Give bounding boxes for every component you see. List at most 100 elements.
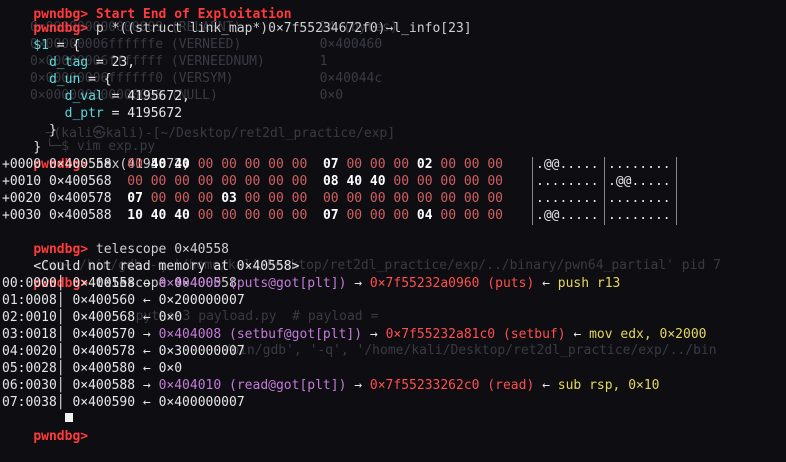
hex-byte: 00 [440, 174, 457, 189]
hex-byte: 00 [440, 191, 457, 206]
hex-byte: 00 [393, 157, 410, 172]
hex-byte: 00 [221, 174, 237, 189]
ascii-border-left [532, 157, 533, 225]
got-pointer: 0×404008 [158, 327, 222, 342]
hex-byte: 03 [221, 191, 237, 206]
hex-dump-row: +0030 0×400588 10 40 40 00 00 00 00 00 0… [2, 207, 511, 224]
ascii-column-left: ........ [536, 191, 599, 206]
hex-byte: 00 [487, 157, 503, 172]
stack-address: 0×400570 [72, 327, 136, 342]
deref-arrow: → [362, 327, 378, 342]
hex-byte: 00 [416, 191, 433, 206]
telescope-row: 03:0018│ 0×400570 → 0×404008 (setbuf@got… [2, 327, 707, 342]
telescope-row: 02:0010│ 0×400568 ← 0×0 [2, 310, 183, 325]
stack-value: 0×400000007 [158, 395, 245, 410]
field-d-val: d_val = 4195672, [33, 89, 190, 104]
libc-symbol: (setbuf) [495, 327, 566, 342]
command-line-telescope-2: pwndbg> telescope 0×400558 [2, 258, 237, 291]
hex-dump-row: +0020 0×400578 07 00 00 00 03 00 00 00 0… [2, 190, 511, 207]
ascii-column-right: ........ [608, 157, 671, 172]
value-arrow: ← [135, 395, 151, 410]
hex-byte: 40 [150, 208, 167, 223]
command-line-hex: pwndbg> hex(4195672) [2, 139, 190, 172]
telescope-row: 06:0030│ 0×400588 → 0×404010 (read@got[p… [2, 378, 660, 393]
got-pointer: 0×404010 [158, 378, 222, 393]
hex-dump-row: +0010 0×400568 00 00 00 00 00 00 00 00 0… [2, 173, 511, 190]
active-prompt[interactable]: pwndbg> [2, 411, 88, 444]
hex-byte: 00 [291, 208, 308, 223]
field-d-ptr: d_ptr = 4195672 [33, 106, 183, 121]
telescope-row: 05:0028│ 0×400580 ← 0×0 [2, 361, 183, 376]
value-arrow: ← [565, 327, 582, 342]
stack-value: 0×300000007 [158, 344, 245, 359]
hex-byte: 00 [127, 157, 143, 172]
hex-byte: 40 [150, 157, 167, 172]
hex-byte: 00 [244, 174, 261, 189]
hex-byte: 00 [463, 208, 480, 223]
hex-byte: 07 [127, 191, 143, 206]
deref-arrow: → [135, 378, 151, 393]
value-arrow: ← [135, 344, 151, 359]
hex-byte: 00 [244, 208, 261, 223]
libc-pointer: 0×7f55233262c0 [369, 378, 480, 393]
field-d-un: d_un = { [33, 72, 112, 87]
got-symbol: (read@got[plt]) [221, 378, 347, 393]
stack-address: 0×400580 [72, 361, 136, 376]
hex-byte: 40 [174, 208, 190, 223]
hex-byte: 00 [393, 191, 410, 206]
hex-byte: 00 [174, 174, 190, 189]
libc-pointer: 0×7f55232a0960 [369, 276, 480, 291]
hex-byte: 00 [268, 191, 284, 206]
hex-byte: 00 [268, 174, 284, 189]
hex-byte: 00 [440, 208, 457, 223]
stack-address: 0×400558 [72, 276, 136, 291]
gdb-prompt: pwndbg> [33, 429, 89, 444]
libc-symbol: (puts) [479, 276, 535, 291]
hex-byte: 07 [322, 157, 339, 172]
hex-byte: 00 [463, 157, 480, 172]
stack-index: 06:0030 [2, 378, 57, 393]
hex-address: 0×400558 [48, 157, 112, 172]
value-arrow: ← [135, 361, 151, 376]
print-result-close-inner: } [33, 123, 57, 138]
stack-index: 01:0008 [2, 293, 57, 308]
hex-byte: 00 [416, 174, 433, 189]
hex-offset: +0030 [2, 208, 42, 223]
stack-index: 05:0028 [2, 361, 57, 376]
hex-byte: 00 [346, 157, 363, 172]
deref-arrow: → [346, 378, 363, 393]
deref-arrow: → [346, 276, 363, 291]
stack-value: 0×0 [158, 310, 183, 325]
ascii-border-middle [604, 157, 605, 225]
hex-byte: 00 [393, 208, 410, 223]
print-result-open: $1 = { [33, 38, 81, 53]
telescope-row: 04:0020│ 0×400578 ← 0×300000007 [2, 344, 245, 359]
hex-byte: 00 [346, 191, 363, 206]
hex-byte: 00 [150, 191, 167, 206]
hex-byte: 00 [221, 208, 237, 223]
hex-byte: 00 [244, 191, 261, 206]
hex-byte: 00 [127, 174, 143, 189]
hex-byte: 08 [322, 174, 339, 189]
libc-symbol: (read) [479, 378, 535, 393]
terminal-window[interactable]: 0×000000000000009 (RELAENT) 24 (bytes) 0… [0, 0, 786, 444]
hex-dump-row: +0000 0×400558 00 40 40 00 00 00 00 00 0… [2, 156, 511, 173]
hex-byte: 00 [197, 174, 214, 189]
hex-byte: 00 [197, 191, 214, 206]
ascii-column-left: .@@..... [536, 157, 599, 172]
hex-byte: 40 [346, 174, 363, 189]
print-result-close-outer: } [33, 140, 42, 155]
hex-byte: 00 [369, 157, 386, 172]
hex-byte: 10 [127, 208, 143, 223]
stack-index: 04:0020 [2, 344, 57, 359]
hex-byte: 00 [221, 157, 237, 172]
ascii-column-left: ........ [536, 174, 599, 189]
stack-address: 0×400578 [72, 344, 136, 359]
deref-arrow: → [135, 327, 151, 342]
hex-byte: 00 [369, 208, 386, 223]
ascii-border-right [676, 157, 677, 225]
hex-byte: 00 [487, 191, 503, 206]
libc-pointer: 0×7f55232a81c0 [385, 327, 496, 342]
stack-address: 0×400560 [72, 293, 136, 308]
got-symbol: (puts@got[plt]) [221, 276, 347, 291]
